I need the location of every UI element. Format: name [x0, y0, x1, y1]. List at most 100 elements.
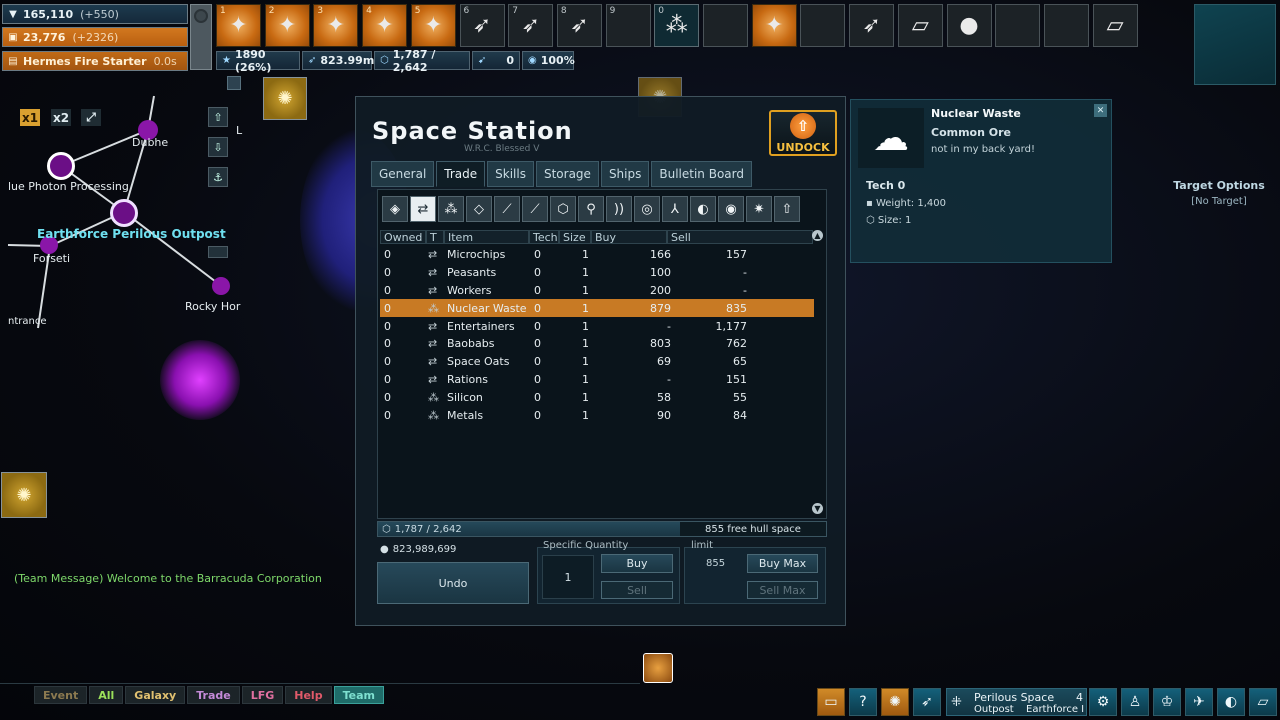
hotbar-slot[interactable]: ➶	[849, 4, 895, 47]
menu-knob-icon	[194, 9, 208, 23]
scroll-down-icon[interactable]: ▼	[812, 503, 823, 514]
chat-tab-all[interactable]: All	[89, 686, 124, 704]
chat-tab-event[interactable]: Event	[34, 686, 88, 704]
hotbar-slot[interactable]: ▱	[1092, 4, 1138, 47]
category-filter-icon[interactable]: ◉	[718, 196, 744, 222]
moon-icon[interactable]: ◐	[1217, 688, 1245, 716]
hotbar-slot[interactable]: 6 ➶	[459, 4, 505, 47]
help-icon[interactable]: ?	[849, 688, 877, 716]
hotbar-slot[interactable]: 2 ✦	[264, 4, 310, 47]
hotbar-menu-button[interactable]	[190, 4, 212, 70]
category-filter-icon[interactable]: ⇄	[410, 196, 436, 222]
table-row[interactable]: 0 ⁂ Metals 0 1 90 84	[380, 406, 814, 424]
scroll-up-icon[interactable]: ▲	[812, 230, 823, 241]
undock-button[interactable]: ⇧ UNDOCK	[769, 110, 837, 156]
ship-portrait[interactable]	[1194, 4, 1276, 85]
sell-max-button[interactable]: Sell Max	[747, 581, 818, 599]
feather-icon[interactable]: ➶	[913, 688, 941, 716]
hotbar-slot[interactable]: 1 ✦	[216, 4, 261, 47]
hotbar-slot[interactable]: 9	[605, 4, 651, 47]
hotbar-slot[interactable]	[800, 4, 846, 47]
table-row[interactable]: 0 ⇄ Microchips 0 1 166 157	[380, 246, 814, 264]
hotbar-slot[interactable]: 8 ➶	[556, 4, 602, 47]
captain-icon[interactable]: ♔	[1153, 688, 1181, 716]
chat-tab-lfg[interactable]: LFG	[241, 686, 284, 704]
sell-button[interactable]: Sell	[601, 581, 673, 599]
station-icon[interactable]: ✺	[263, 77, 307, 120]
col-owned[interactable]: Owned	[380, 230, 426, 244]
col-buy[interactable]: Buy	[591, 230, 667, 244]
asteroid-ore-icon[interactable]	[643, 653, 673, 683]
ability-bar[interactable]: ▤ Hermes Fire Starter 0.0s	[2, 51, 188, 71]
buy-button[interactable]: Buy	[601, 554, 673, 573]
hotbar-slot[interactable]: 5 ✦	[410, 4, 456, 47]
category-filter-icon[interactable]: ◐	[690, 196, 716, 222]
tab-ships[interactable]: Ships	[600, 161, 650, 187]
tab-skills[interactable]: Skills	[487, 161, 534, 187]
col-sell[interactable]: Sell	[667, 230, 813, 244]
close-icon[interactable]: ✕	[1094, 104, 1107, 117]
category-filter-icon[interactable]: ◈	[382, 196, 408, 222]
category-filter-icon[interactable]: ))	[606, 196, 632, 222]
tab-trade[interactable]: Trade	[436, 161, 486, 187]
table-row[interactable]: 0 ⁂ Nuclear Waste 0 1 879 835	[380, 299, 814, 318]
category-filter-icon[interactable]: ⟋	[494, 196, 520, 222]
category-filter-icon[interactable]: ◇	[466, 196, 492, 222]
table-row[interactable]: 0 ⇄ Space Oats 0 1 69 65	[380, 353, 814, 371]
map-node-photon[interactable]	[47, 152, 75, 180]
station-icon-3[interactable]: ✺	[1, 472, 47, 518]
category-filter-icon[interactable]: ⇧	[774, 196, 800, 222]
tab-storage[interactable]: Storage	[535, 161, 599, 187]
cell-tech: 0	[534, 319, 541, 333]
tab-bulletin-board[interactable]: Bulletin Board	[651, 161, 752, 187]
hotbar-slot[interactable]: 4 ✦	[362, 4, 408, 47]
hotbar-slot[interactable]: ✦	[751, 4, 797, 47]
chat-tab-help[interactable]: Help	[285, 686, 332, 704]
chat-tab-galaxy[interactable]: Galaxy	[125, 686, 186, 704]
table-row[interactable]: 0 ⇄ Baobabs 0 1 803 762	[380, 335, 814, 353]
hotbar-slot[interactable]: ●	[946, 4, 992, 47]
tools-icon[interactable]: ✈	[1185, 688, 1213, 716]
quantity-input[interactable]: 1	[542, 555, 594, 599]
tab-general[interactable]: General	[371, 161, 435, 187]
hotbar-slot-glyph-icon: ➶	[862, 13, 881, 38]
crew-icon[interactable]: ♙	[1121, 688, 1149, 716]
settings-icon[interactable]: ⚙	[1089, 688, 1117, 716]
category-filter-icon[interactable]: ⁂	[438, 196, 464, 222]
table-row[interactable]: 0 ⇄ Rations 0 1 - 151	[380, 371, 814, 389]
chat-tab-team[interactable]: Team	[333, 686, 384, 704]
table-row[interactable]: 0 ⇄ Entertainers 0 1 - 1,177	[380, 317, 814, 335]
category-filter-icon[interactable]: ⅄	[662, 196, 688, 222]
table-row[interactable]: 0 ⁂ Silicon 0 1 58 55	[380, 388, 814, 406]
category-filter-icon[interactable]: ⚲	[578, 196, 604, 222]
hotbar-slot[interactable]: ▱	[897, 4, 943, 47]
hotbar-slot-glyph-icon: ➶	[570, 13, 589, 38]
hotbar-slot[interactable]: 0 ⁂	[654, 4, 700, 47]
category-filter-icon[interactable]: ◎	[634, 196, 660, 222]
hotbar-slot[interactable]: 3 ✦	[313, 4, 359, 47]
hotbar-slot[interactable]	[1043, 4, 1089, 47]
col-item[interactable]: Item	[444, 230, 529, 244]
category-filter-icon[interactable]: ⬡	[550, 196, 576, 222]
table-row[interactable]: 0 ⇄ Workers 0 1 200 -	[380, 282, 814, 300]
map-node-outpost[interactable]	[110, 199, 138, 227]
col-tech[interactable]: Tech	[529, 230, 559, 244]
cargo-tag-icon[interactable]: ▱	[1249, 688, 1277, 716]
hotbar-slot[interactable]	[703, 4, 748, 47]
undo-button[interactable]: Undo	[377, 562, 529, 604]
col-size[interactable]: Size	[559, 230, 591, 244]
buy-max-button[interactable]: Buy Max	[747, 554, 818, 573]
map-corner-icon[interactable]	[227, 76, 241, 90]
category-filter-icon[interactable]: ✷	[746, 196, 772, 222]
hotbar-slot[interactable]: 7 ➶	[508, 4, 554, 47]
category-filter-icon[interactable]: ⟋	[522, 196, 548, 222]
map-node-rocky[interactable]	[212, 277, 230, 295]
chat-window-icon[interactable]: ▭	[817, 688, 845, 716]
table-row[interactable]: 0 ⇄ Peasants 0 1 100 -	[380, 264, 814, 282]
col-t[interactable]: T	[426, 230, 444, 244]
galaxy-icon[interactable]: ✺	[881, 688, 909, 716]
hotbar-slot[interactable]	[995, 4, 1041, 47]
location-icon: ⁜	[951, 695, 962, 710]
chat-tab-trade[interactable]: Trade	[187, 686, 240, 704]
location-box[interactable]: ⁜ Perilous Space 4 Outpost Earthforce I	[946, 688, 1087, 716]
